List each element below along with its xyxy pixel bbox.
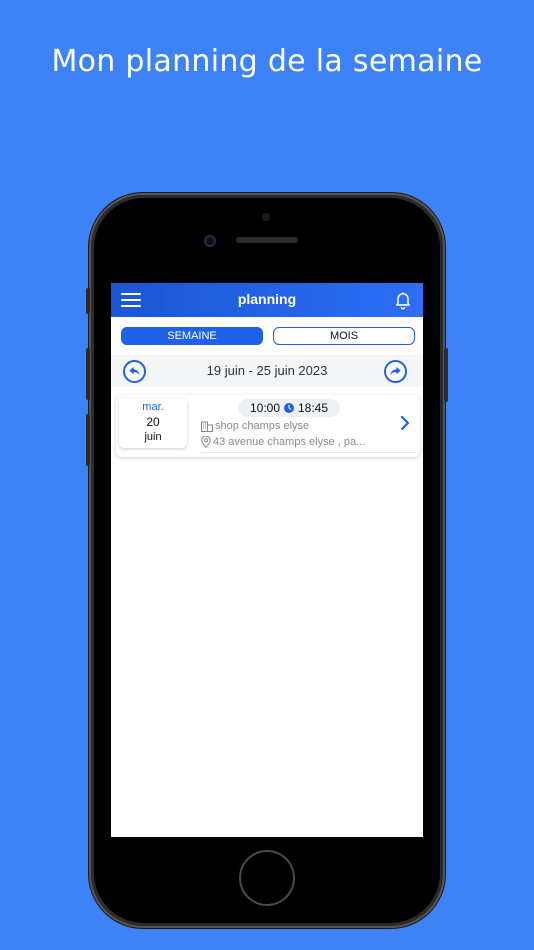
shift-weekday: mar. [142,401,164,413]
shift-address: 43 avenue champs elyse , pa... [213,436,366,448]
home-button[interactable] [239,850,295,906]
shift-day: 20 [146,415,160,429]
mute-switch [86,288,90,314]
shift-address-row: 43 avenue champs elyse , pa... [201,436,365,448]
shift-time-pill: 10:00 18:45 [238,399,340,417]
shift-date-badge: mar. 20 juin [119,398,187,448]
week-navigator: 19 juin - 25 juin 2023 [111,355,423,387]
app-screen: planning SEMAINE MOIS 19 juin - 25 juin … [111,283,423,837]
shift-month: juin [144,431,162,443]
view-toggle: SEMAINE MOIS [111,317,423,351]
page-title: planning [237,291,297,307]
forward-arrow-icon [390,366,401,376]
volume-up-button [86,348,90,400]
earpiece-speaker [236,237,298,243]
location-pin-icon [201,436,211,448]
card-divider [201,452,416,453]
building-icon [201,421,213,432]
bell-icon[interactable] [393,290,413,310]
shift-shop-row: shop champs elyse [201,420,309,432]
shift-end-time: 18:45 [298,401,329,415]
front-camera [262,213,270,221]
promo-headline: Mon planning de la semaine [51,44,483,79]
week-range-label: 19 juin - 25 juin 2023 [206,363,328,378]
volume-down-button [86,414,90,466]
clock-icon [284,403,294,413]
next-week-button[interactable] [384,360,407,383]
shift-start-time: 10:00 [249,401,280,415]
chevron-right-icon[interactable] [400,415,410,431]
shift-card[interactable]: mar. 20 juin 10:00 18:45 shop champs ely… [116,395,420,457]
power-button [444,348,448,402]
app-header: planning [111,283,423,317]
tab-mois[interactable]: MOIS [273,327,415,345]
shift-shop-name: shop champs elyse [215,420,310,432]
tab-semaine[interactable]: SEMAINE [121,327,263,345]
proximity-sensor [204,235,216,247]
